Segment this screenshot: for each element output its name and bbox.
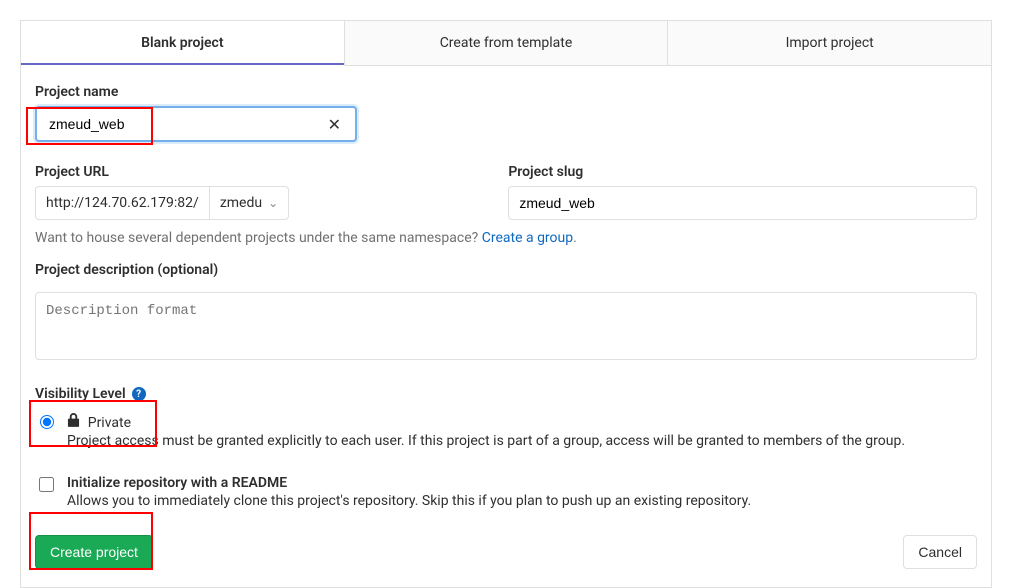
project-description-label: Project description (optional): [35, 262, 977, 278]
project-creation-tabs: Blank project Create from template Impor…: [20, 20, 992, 66]
project-url-base: http://124.70.62.179:82/: [35, 186, 209, 220]
namespace-hint-text: Want to house several dependent projects…: [35, 230, 482, 246]
visibility-private-desc: Project access must be granted explicitl…: [67, 433, 905, 449]
tab-create-from-template[interactable]: Create from template: [345, 21, 669, 66]
tab-blank-project[interactable]: Blank project: [21, 21, 345, 66]
project-slug-input[interactable]: [508, 186, 977, 220]
project-name-label: Project name: [35, 84, 977, 100]
visibility-private-row: Private Project access must be granted e…: [35, 412, 977, 449]
init-readme-row: Initialize repository with a README Allo…: [35, 475, 977, 509]
cancel-button[interactable]: Cancel: [903, 535, 977, 569]
tab-import-project[interactable]: Import project: [668, 21, 991, 66]
help-icon[interactable]: ?: [132, 387, 146, 401]
visibility-private-title: Private: [88, 415, 131, 431]
namespace-dropdown[interactable]: zmedu ⌄: [209, 186, 289, 220]
visibility-level-label: Visibility Level ?: [35, 386, 977, 402]
namespace-selected: zmedu: [220, 195, 262, 211]
namespace-hint-suffix: .: [573, 230, 577, 246]
init-readme-checkbox[interactable]: [39, 477, 54, 492]
clear-input-icon[interactable]: ✕: [324, 115, 345, 134]
visibility-private-radio[interactable]: [40, 415, 54, 429]
project-name-field-wrap: ✕: [35, 106, 357, 142]
namespace-hint: Want to house several dependent projects…: [35, 230, 977, 246]
project-slug-label: Project slug: [508, 164, 977, 180]
create-project-button[interactable]: Create project: [35, 535, 153, 569]
project-description-input[interactable]: [35, 292, 977, 360]
project-url-label: Project URL: [35, 164, 468, 180]
visibility-level-text: Visibility Level: [35, 386, 126, 402]
blank-project-panel: Project name ✕ Project URL http://124.70…: [20, 66, 992, 588]
init-readme-desc: Allows you to immediately clone this pro…: [67, 493, 751, 509]
lock-icon: [67, 413, 84, 431]
project-url-group: http://124.70.62.179:82/ zmedu ⌄: [35, 186, 285, 220]
create-group-link[interactable]: Create a group: [482, 230, 573, 246]
project-name-input[interactable]: [47, 115, 324, 133]
chevron-down-icon: ⌄: [268, 196, 278, 210]
init-readme-title: Initialize repository with a README: [67, 475, 751, 491]
